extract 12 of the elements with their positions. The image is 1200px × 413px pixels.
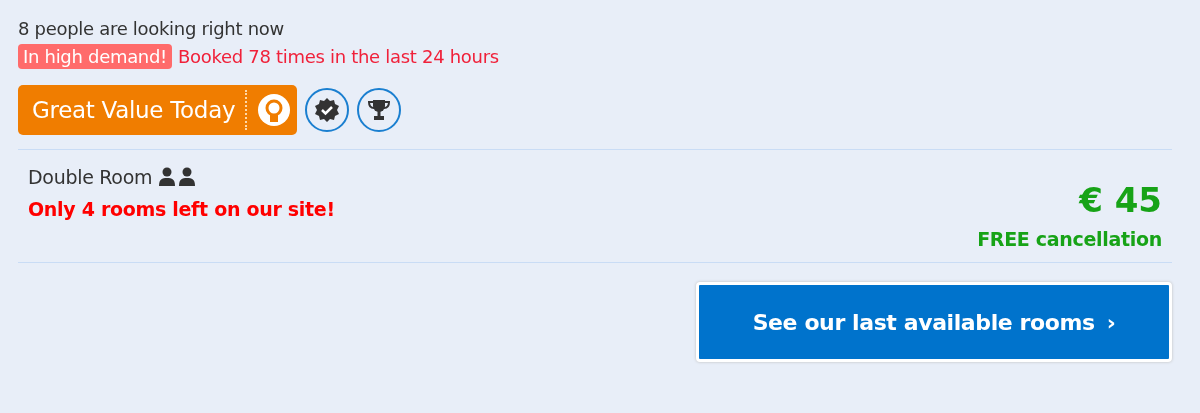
room-name: Double Room (28, 166, 153, 188)
value-badge: Great Value Today (18, 85, 298, 135)
demand-badge: In high demand! (18, 44, 173, 69)
bulb-icon (257, 93, 292, 127)
verified-icon (305, 88, 350, 132)
viewers-text: 8 people are looking right now (18, 17, 285, 41)
see-rooms-button[interactable]: See our last available rooms › (696, 282, 1172, 362)
cancellation-note: FREE cancellation (977, 228, 1162, 250)
bookings-text: Booked 78 times in the last 24 hours (178, 46, 499, 67)
trophy-icon (357, 88, 402, 132)
price: € 45 (1079, 180, 1162, 220)
availability-warning: Only 4 rooms left on our site! (28, 198, 335, 220)
